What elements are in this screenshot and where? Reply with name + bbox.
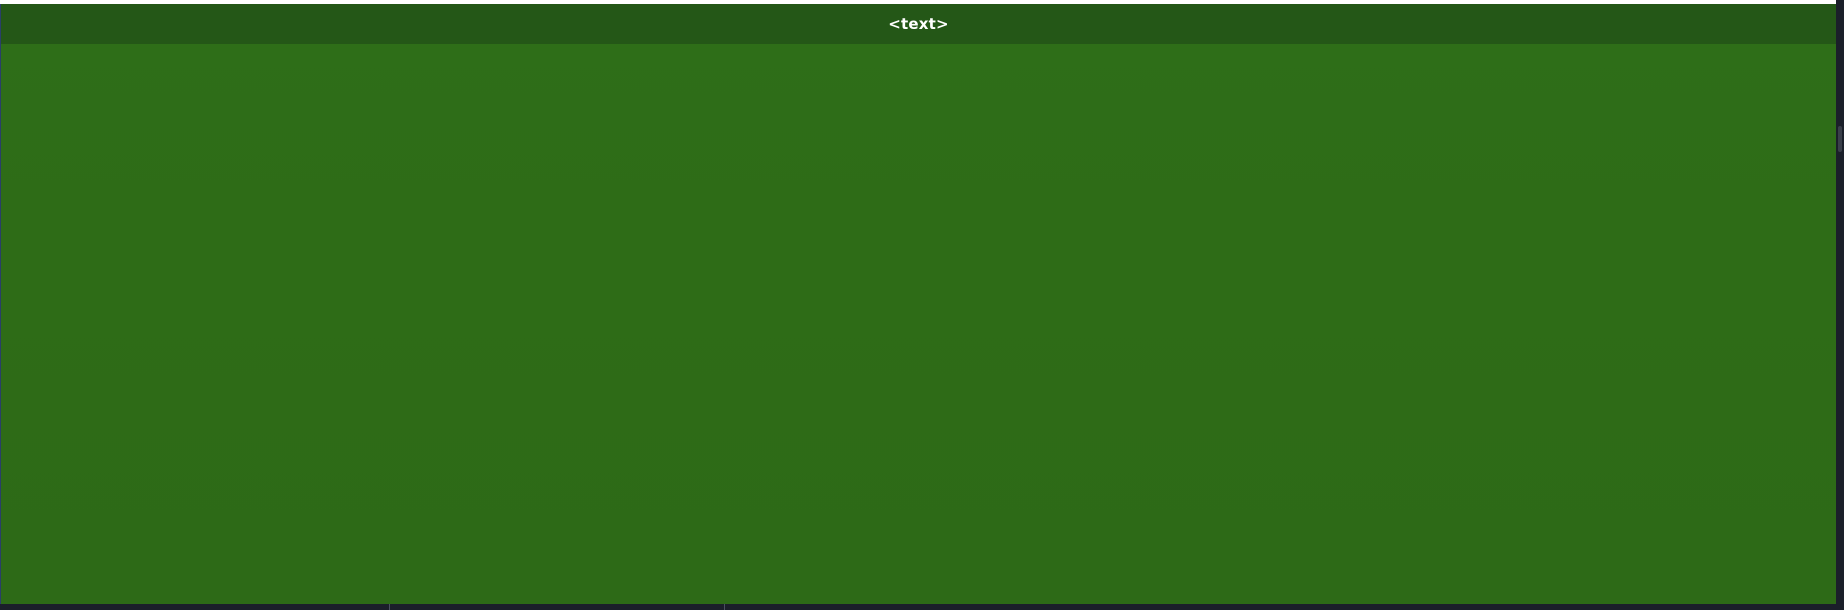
window-titlebar[interactable]: <text> xyxy=(1,4,1836,44)
bottom-taskbar xyxy=(0,604,1844,610)
right-gutter xyxy=(1836,0,1844,610)
scrollbar-thumb[interactable] xyxy=(1838,126,1842,152)
window-title: <text> xyxy=(888,15,949,33)
content-area[interactable] xyxy=(1,44,1836,604)
bottom-divider xyxy=(389,604,390,610)
app-window: <text> xyxy=(0,4,1836,604)
bottom-divider xyxy=(724,604,725,610)
